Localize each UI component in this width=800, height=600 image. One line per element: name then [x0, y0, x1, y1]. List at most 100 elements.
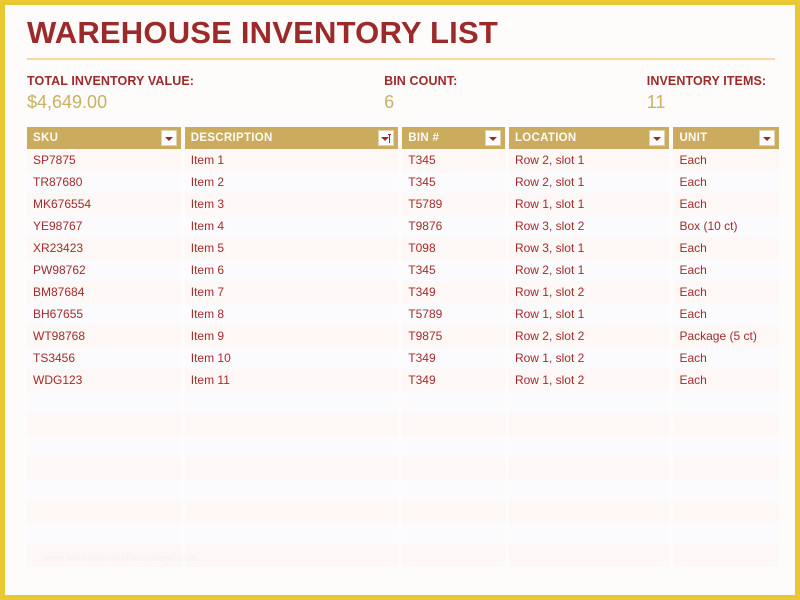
- table-cell[interactable]: Item 7: [184, 280, 399, 303]
- table-cell[interactable]: [508, 390, 670, 413]
- table-cell[interactable]: Item 2: [184, 170, 399, 193]
- table-row[interactable]: [27, 522, 779, 545]
- table-cell[interactable]: [402, 544, 505, 567]
- table-cell[interactable]: T098: [402, 236, 505, 259]
- table-cell[interactable]: Item 4: [184, 214, 399, 237]
- table-cell[interactable]: [508, 522, 670, 545]
- filter-icon[interactable]: [759, 129, 775, 146]
- table-cell[interactable]: T345: [402, 258, 505, 281]
- table-cell[interactable]: Item 8: [184, 302, 399, 325]
- table-row[interactable]: MK676554 Item 3 T5789 Row 1, slot 1 Each: [27, 192, 779, 215]
- table-cell[interactable]: Each: [673, 258, 779, 281]
- filter-icon[interactable]: [649, 129, 666, 146]
- table-cell[interactable]: TS3456: [27, 346, 181, 369]
- table-cell[interactable]: Item 5: [184, 236, 399, 259]
- filter-sorted-ascending-icon[interactable]: [378, 129, 395, 146]
- table-cell[interactable]: [27, 500, 181, 523]
- table-cell[interactable]: PW98762: [27, 258, 181, 281]
- table-cell[interactable]: [27, 478, 181, 501]
- table-cell[interactable]: Row 2, slot 1: [508, 170, 670, 193]
- table-cell[interactable]: Each: [673, 170, 779, 193]
- table-row[interactable]: WT98768 Item 9 T9875 Row 2, slot 2 Package (…: [27, 324, 779, 347]
- table-cell[interactable]: [402, 412, 505, 435]
- table-cell[interactable]: [508, 478, 670, 501]
- table-cell[interactable]: Row 2, slot 1: [508, 258, 670, 281]
- filter-icon[interactable]: [484, 129, 501, 146]
- table-row[interactable]: TS3456 Item 10 T349 Row 1, slot 2 Each: [27, 346, 779, 369]
- table-cell[interactable]: BM87684: [27, 280, 181, 303]
- table-cell[interactable]: [402, 522, 505, 545]
- table-cell[interactable]: MK676554: [27, 192, 181, 215]
- table-cell[interactable]: T349: [402, 368, 505, 391]
- table-cell[interactable]: Row 1, slot 1: [508, 192, 670, 215]
- table-cell[interactable]: [508, 434, 670, 457]
- table-row[interactable]: [27, 390, 779, 413]
- table-cell[interactable]: [673, 434, 779, 457]
- table-cell[interactable]: [184, 544, 399, 567]
- table-cell[interactable]: [673, 544, 779, 567]
- table-cell[interactable]: [27, 522, 181, 545]
- table-cell[interactable]: Row 1, slot 2: [508, 280, 670, 303]
- table-cell[interactable]: [508, 456, 670, 479]
- table-cell[interactable]: Item 9: [184, 324, 399, 347]
- table-cell[interactable]: [184, 412, 399, 435]
- table-cell[interactable]: Each: [673, 280, 779, 303]
- table-row[interactable]: [27, 434, 779, 457]
- table-row[interactable]: BM87684 Item 7 T349 Row 1, slot 2 Each: [27, 280, 779, 303]
- table-row[interactable]: PW98762 Item 6 T345 Row 2, slot 1 Each: [27, 258, 779, 281]
- table-cell[interactable]: YE98767: [27, 214, 181, 237]
- table-cell[interactable]: Row 1, slot 2: [508, 368, 670, 391]
- table-cell[interactable]: [27, 434, 181, 457]
- table-row[interactable]: [27, 500, 779, 523]
- table-cell[interactable]: [184, 478, 399, 501]
- table-cell[interactable]: Box (10 ct): [673, 214, 779, 237]
- table-cell[interactable]: T5789: [402, 192, 505, 215]
- table-cell[interactable]: Item 10: [184, 346, 399, 369]
- table-cell[interactable]: WDG123: [27, 368, 181, 391]
- table-cell[interactable]: [673, 478, 779, 501]
- table-cell[interactable]: SP7875: [27, 148, 181, 171]
- table-cell[interactable]: Item 3: [184, 192, 399, 215]
- table-cell[interactable]: T349: [402, 346, 505, 369]
- table-cell[interactable]: [402, 478, 505, 501]
- table-cell[interactable]: [184, 500, 399, 523]
- table-cell[interactable]: Row 2, slot 2: [508, 324, 670, 347]
- table-cell[interactable]: Each: [673, 368, 779, 391]
- table-cell[interactable]: [508, 412, 670, 435]
- table-cell[interactable]: Row 3, slot 1: [508, 236, 670, 259]
- table-cell[interactable]: [673, 412, 779, 435]
- table-cell[interactable]: [184, 522, 399, 545]
- table-cell[interactable]: T5789: [402, 302, 505, 325]
- table-row[interactable]: YE98767 Item 4 T9876 Row 3, slot 2 Box (10 c…: [27, 214, 779, 237]
- table-cell[interactable]: [27, 456, 181, 479]
- table-cell[interactable]: T349: [402, 280, 505, 303]
- table-cell[interactable]: T9876: [402, 214, 505, 237]
- table-cell[interactable]: WT98768: [27, 324, 181, 347]
- table-cell[interactable]: Row 1, slot 2: [508, 346, 670, 369]
- table-row[interactable]: [27, 412, 779, 435]
- table-cell[interactable]: [402, 390, 505, 413]
- table-cell[interactable]: Each: [673, 302, 779, 325]
- table-cell[interactable]: Item 6: [184, 258, 399, 281]
- table-cell[interactable]: Row 2, slot 1: [508, 148, 670, 171]
- table-cell[interactable]: Each: [673, 148, 779, 171]
- table-row[interactable]: SP7875 Item 1 T345 Row 2, slot 1 Each: [27, 148, 779, 171]
- table-cell[interactable]: [402, 500, 505, 523]
- table-cell[interactable]: [508, 500, 670, 523]
- table-row[interactable]: [27, 478, 779, 501]
- table-row[interactable]: [27, 456, 779, 479]
- table-cell[interactable]: Each: [673, 236, 779, 259]
- table-cell[interactable]: [184, 456, 399, 479]
- table-cell[interactable]: Item 1: [184, 148, 399, 171]
- table-cell[interactable]: T9875: [402, 324, 505, 347]
- table-cell[interactable]: Each: [673, 192, 779, 215]
- table-cell[interactable]: Row 3, slot 2: [508, 214, 670, 237]
- table-cell[interactable]: [673, 390, 779, 413]
- table-cell[interactable]: [673, 500, 779, 523]
- table-row[interactable]: XR23423 Item 5 T098 Row 3, slot 1 Each: [27, 236, 779, 259]
- table-cell[interactable]: TR87680: [27, 170, 181, 193]
- table-cell[interactable]: Package (5 ct): [673, 324, 779, 347]
- table-row[interactable]: BH67655 Item 8 T5789 Row 1, slot 1 Each: [27, 302, 779, 325]
- table-cell[interactable]: [673, 456, 779, 479]
- table-cell[interactable]: T345: [402, 170, 505, 193]
